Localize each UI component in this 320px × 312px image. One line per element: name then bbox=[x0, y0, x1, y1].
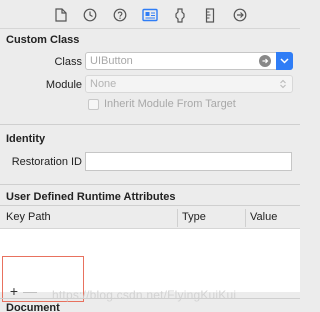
module-label: Module bbox=[45, 79, 82, 91]
connections-icon[interactable] bbox=[232, 7, 248, 23]
column-header-type[interactable]: Type bbox=[182, 211, 206, 223]
add-attribute-button[interactable]: + bbox=[6, 283, 22, 299]
runtime-attributes-title: User Defined Runtime Attributes bbox=[6, 191, 176, 203]
add-remove-controls: + — bbox=[6, 283, 38, 299]
class-combobox[interactable]: UIButton bbox=[85, 52, 293, 70]
divider bbox=[0, 124, 300, 125]
divider bbox=[0, 298, 300, 299]
column-divider bbox=[245, 209, 246, 227]
inherit-module-checkbox-row[interactable]: Inherit Module From Target bbox=[88, 97, 236, 111]
size-icon[interactable] bbox=[202, 7, 218, 23]
inherit-module-label: Inherit Module From Target bbox=[104, 98, 236, 110]
module-placeholder: None bbox=[90, 78, 117, 90]
restoration-id-input[interactable] bbox=[85, 152, 292, 171]
remove-attribute-button[interactable]: — bbox=[22, 283, 38, 299]
inherit-module-checkbox[interactable] bbox=[88, 98, 99, 110]
go-to-class-icon[interactable] bbox=[259, 55, 271, 67]
column-header-value[interactable]: Value bbox=[250, 211, 277, 223]
watermark-text: https://blog.csdn.net/FlyingKuiKui bbox=[52, 288, 237, 302]
identity-title: Identity bbox=[6, 133, 46, 145]
chevron-down-icon bbox=[279, 79, 287, 92]
class-label: Class bbox=[54, 56, 82, 68]
help-icon[interactable] bbox=[112, 7, 128, 23]
file-icon[interactable] bbox=[53, 7, 69, 23]
divider bbox=[0, 184, 300, 185]
restoration-id-label: Restoration ID bbox=[11, 156, 82, 168]
column-divider bbox=[177, 209, 178, 227]
inspector-toolbar bbox=[0, 0, 300, 29]
chevron-down-icon bbox=[280, 58, 289, 64]
column-header-key-path[interactable]: Key Path bbox=[6, 211, 51, 223]
document-title: Document bbox=[6, 302, 60, 312]
class-dropdown-button[interactable] bbox=[276, 52, 293, 70]
module-select[interactable]: None bbox=[85, 75, 293, 93]
class-placeholder: UIButton bbox=[90, 55, 133, 67]
runtime-attributes-table-header: Key Path Type Value bbox=[0, 205, 300, 229]
attributes-icon[interactable] bbox=[172, 7, 188, 23]
custom-class-title: Custom Class bbox=[6, 34, 80, 46]
history-icon[interactable] bbox=[82, 7, 98, 23]
identity-inspector-icon[interactable] bbox=[142, 7, 158, 23]
